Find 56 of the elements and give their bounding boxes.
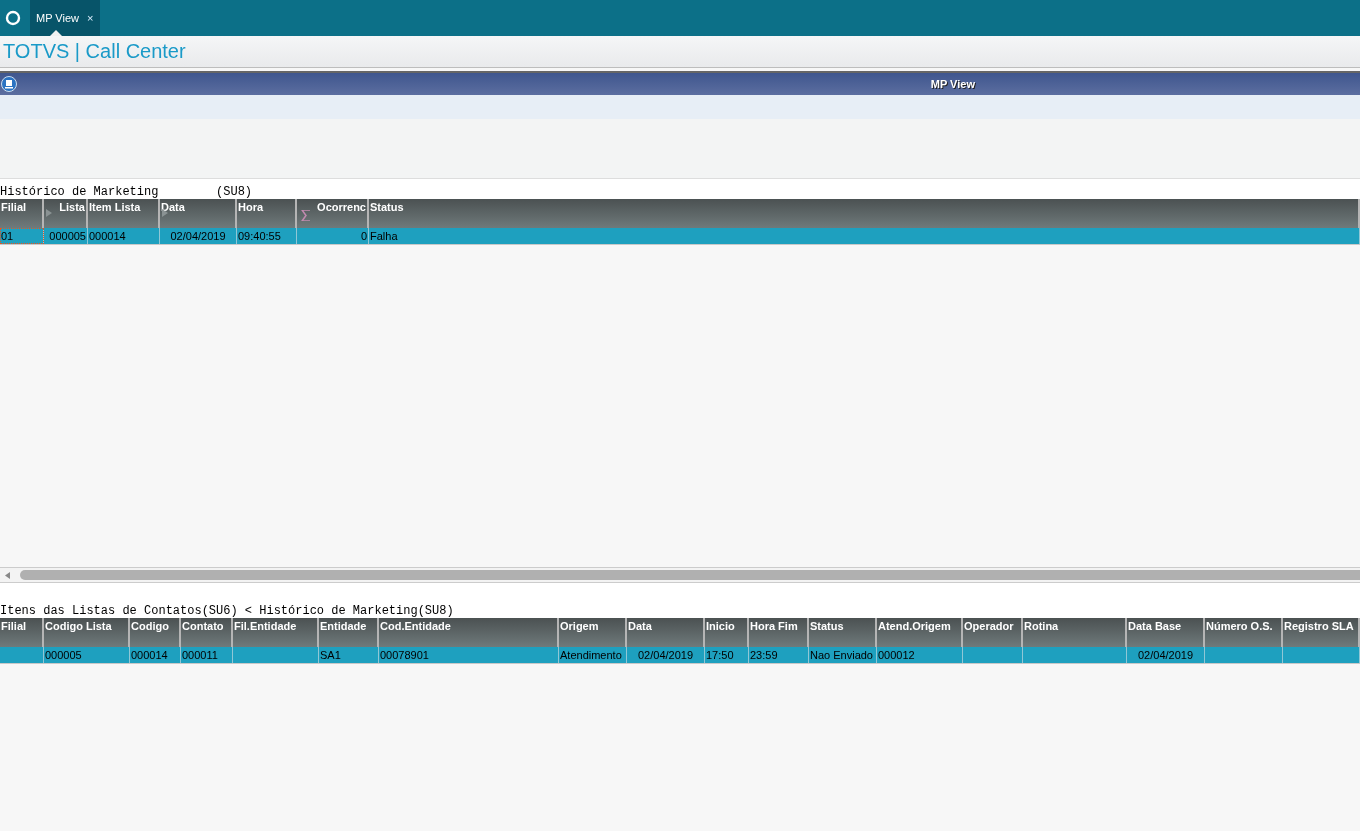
table-cell: 23:59 [749,647,809,663]
column-header[interactable]: Data Base [1127,618,1205,647]
table-cell: 000012 [877,647,963,663]
table-cell: Falha [369,228,1360,244]
monitor-icon [1,76,17,92]
column-header[interactable]: Filial [0,618,44,647]
table-cell: 01 [0,228,44,244]
column-header[interactable]: Fil.Entidade [233,618,319,647]
table-cell: 000005 [44,228,88,244]
grid-title: Itens das Listas de Contatos(SU6) < Histórico de Marketing(SU8) [0,604,454,618]
table-row[interactable]: 01 000005 000014 02/04/2019 09:40:55 0 Falha [0,228,1360,245]
column-header[interactable]: Lista [44,199,88,228]
table-cell: Atendimento [559,647,627,663]
table-cell: 02/04/2019 [160,228,237,244]
column-header[interactable]: Status [369,199,1360,228]
column-header[interactable]: Rotina [1023,618,1127,647]
column-header[interactable]: Origem [559,618,627,647]
column-header[interactable]: Registro SLA [1283,618,1360,647]
column-header[interactable]: Data [627,618,705,647]
column-header[interactable]: Hora Fim [749,618,809,647]
column-header[interactable]: Filial [0,199,44,228]
horizontal-scrollbar[interactable] [0,567,1360,583]
column-header[interactable]: Status [809,618,877,647]
column-header[interactable]: Codigo [130,618,181,647]
table-cell: 00078901 [379,647,559,663]
column-header[interactable]: Codigo Lista [44,618,130,647]
table-cell: 02/04/2019 [1127,647,1205,663]
column-header[interactable]: Atend.Origem [877,618,963,647]
column-header[interactable]: Cod.Entidade [379,618,559,647]
table-cell: 000014 [130,647,181,663]
column-header[interactable]: Item Lista [88,199,160,228]
dialog-header: MP View [0,71,1360,95]
table-cell: 02/04/2019 [627,647,705,663]
column-header[interactable]: Inicio [705,618,749,647]
table-cell: 000011 [181,647,233,663]
table-row[interactable]: 000005 000014 000011 SA1 00078901 Atendimento 02/04/2019 17:50 23:59 Nao Enviado 000012 02/04/2019 [0,647,1360,664]
grid-title: Histórico de Marketing (SU8) [0,185,253,199]
table-cell: 000005 [44,647,130,663]
column-header[interactable]: Operador [963,618,1023,647]
column-header[interactable]: Contato [181,618,233,647]
table-cell: Nao Enviado [809,647,877,663]
table-cell: 000014 [88,228,160,244]
table-cell: 0 [297,228,369,244]
scroll-left-icon[interactable] [5,571,10,579]
column-header[interactable]: Ocorrenc [297,199,369,228]
column-header[interactable]: Data [160,199,237,228]
table-cell: 17:50 [705,647,749,663]
tab[interactable]: MP View × [30,0,100,36]
column-header[interactable]: Número O.S. [1205,618,1283,647]
close-icon[interactable]: × [87,12,94,24]
column-header[interactable]: Hora [237,199,297,228]
app-title: TOTVS | Call Center [3,40,186,63]
logo-icon [5,10,21,26]
column-header[interactable]: Entidade [319,618,379,647]
table-cell: 09:40:55 [237,228,297,244]
table-cell: SA1 [319,647,379,663]
